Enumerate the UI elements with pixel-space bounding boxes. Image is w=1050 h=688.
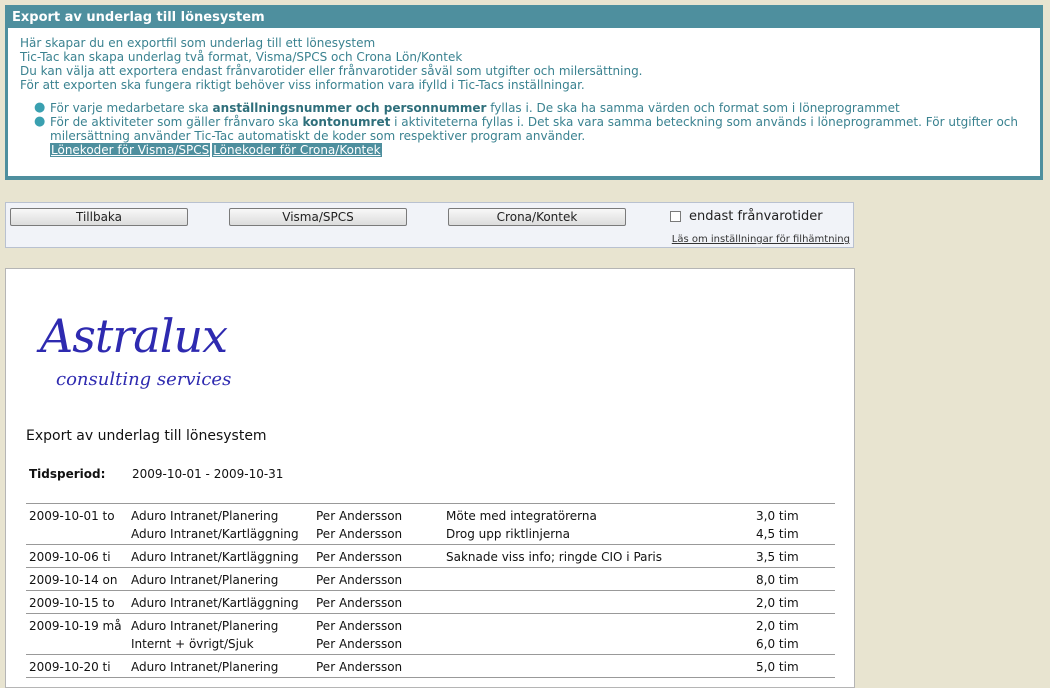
entry-note: Drog upp riktlinjerna	[446, 527, 570, 541]
entry-project: Aduro Intranet/Planering	[131, 509, 279, 523]
entry-hours: 4,5 tim	[756, 527, 799, 541]
entry-hours: 3,0 tim	[756, 509, 799, 523]
report-preview: Astralux consulting services Export av u…	[5, 268, 855, 688]
table-row: 2009-10-01 to Aduro Intranet/Planering Per…	[26, 507, 835, 525]
table-row-group: 2009-10-14 on Aduro Intranet/Planering Per…	[26, 568, 835, 591]
entry-person: Per Andersson	[316, 527, 403, 541]
table-row: 2009-10-14 on Aduro Intranet/Planering Per…	[26, 571, 835, 589]
entry-hours: 2,0 tim	[756, 596, 799, 610]
entry-person: Per Andersson	[316, 573, 403, 587]
entry-date: 2009-10-15 to	[29, 596, 115, 610]
table-row: Internt + övrigt/Sjuk Per Andersson 6,0 ti…	[26, 635, 835, 653]
table-row: 2009-10-19 må Aduro Intranet/Planering Per…	[26, 617, 835, 635]
table-row-group: 2009-10-19 må Aduro Intranet/Planering Per…	[26, 614, 835, 655]
entry-note	[446, 571, 756, 589]
info-panel: Export av underlag till lönesystem Här s…	[5, 5, 1043, 180]
entry-note	[446, 658, 756, 676]
entry-hours: 2,0 tim	[756, 619, 799, 633]
company-logo-tagline: consulting services	[56, 369, 232, 390]
entry-person: Per Andersson	[316, 619, 403, 633]
absence-only-checkbox[interactable]	[670, 211, 681, 222]
entry-project: Aduro Intranet/Planering	[131, 573, 279, 587]
entry-person: Per Andersson	[316, 509, 403, 523]
info-body: Här skapar du en exportfil som underlag …	[8, 28, 1040, 176]
export-toolbar: Tillbaka Visma/SPCS Crona/Kontek endast …	[5, 202, 854, 248]
table-row-group: 2009-10-15 to Aduro Intranet/Kartläggning…	[26, 591, 835, 614]
table-row: 2009-10-06 ti Aduro Intranet/Kartläggning…	[26, 548, 835, 566]
info-bullets: ● För varje medarbetare ska anställnings…	[20, 101, 1028, 157]
period-value: 2009-10-01 - 2009-10-31	[132, 467, 284, 481]
absence-only-option[interactable]: endast frånvarotider	[670, 209, 823, 224]
settings-help-link[interactable]: Läs om inställningar för filhämtning	[672, 234, 850, 245]
entry-project: Aduro Intranet/Planering	[131, 660, 279, 674]
entry-date	[26, 635, 131, 653]
entry-person: Per Andersson	[316, 660, 403, 674]
entry-person: Per Andersson	[316, 637, 403, 651]
report-title: Export av underlag till lönesystem	[26, 428, 267, 444]
entry-date: 2009-10-19 må	[29, 619, 122, 633]
back-button[interactable]: Tillbaka	[10, 208, 188, 226]
period-label: Tidsperiod:	[29, 467, 106, 481]
entry-date: 2009-10-01 to	[29, 509, 115, 523]
info-line: Du kan välja att exportera endast frånva…	[20, 64, 643, 78]
entry-project: Aduro Intranet/Planering	[131, 619, 279, 633]
table-row-group: 2009-10-06 ti Aduro Intranet/Kartläggning…	[26, 545, 835, 568]
bullet-icon: ●	[34, 100, 46, 115]
entry-note: Saknade viss info; ringde CIO i Paris	[446, 550, 663, 564]
crona-export-button[interactable]: Crona/Kontek	[448, 208, 626, 226]
info-bullet-employee: ● För varje medarbetare ska anställnings…	[34, 100, 900, 116]
entry-project: Internt + övrigt/Sjuk	[131, 637, 254, 651]
entry-date: 2009-10-14 on	[29, 573, 118, 587]
entry-note	[446, 635, 756, 653]
table-row: Aduro Intranet/Kartläggning Per Andersson…	[26, 525, 835, 543]
absence-only-label: endast frånvarotider	[689, 209, 823, 224]
table-row: 2009-10-20 ti Aduro Intranet/Planering Per…	[26, 658, 835, 676]
entry-hours: 3,5 tim	[756, 550, 799, 564]
entry-project: Aduro Intranet/Kartläggning	[131, 550, 299, 564]
entry-note	[446, 594, 756, 612]
entry-project: Aduro Intranet/Kartläggning	[131, 596, 299, 610]
entry-hours: 8,0 tim	[756, 573, 799, 587]
company-logo: Astralux	[40, 309, 228, 363]
entry-date	[26, 525, 131, 543]
info-line: För att exporten ska fungera riktigt beh…	[20, 78, 585, 92]
entry-date: 2009-10-06 ti	[29, 550, 111, 564]
info-title: Export av underlag till lönesystem	[12, 10, 265, 25]
entry-hours: 6,0 tim	[756, 637, 799, 651]
entry-hours: 5,0 tim	[756, 660, 799, 674]
entry-person: Per Andersson	[316, 596, 403, 610]
crona-codes-link[interactable]: Lönekoder för Crona/Kontek	[212, 143, 382, 157]
entry-project: Aduro Intranet/Kartläggning	[131, 527, 299, 541]
visma-codes-link[interactable]: Lönekoder för Visma/SPCS	[50, 143, 211, 157]
bullet-icon: ●	[34, 114, 46, 129]
time-entries-table: 2009-10-01 to Aduro Intranet/Planering Per…	[26, 503, 835, 678]
info-line: Här skapar du en exportfil som underlag …	[20, 36, 376, 50]
entry-note	[446, 617, 756, 635]
table-row-group: 2009-10-20 ti Aduro Intranet/Planering Per…	[26, 655, 835, 678]
info-bullet-activities: ● För de aktiviteter som gäller frånvaro…	[34, 114, 1018, 157]
info-line: Tic-Tac kan skapa underlag två format, V…	[20, 50, 463, 64]
table-row-group: 2009-10-01 to Aduro Intranet/Planering Per…	[26, 504, 835, 545]
entry-note: Möte med integratörerna	[446, 509, 597, 523]
entry-date: 2009-10-20 ti	[29, 660, 111, 674]
visma-export-button[interactable]: Visma/SPCS	[229, 208, 407, 226]
table-row: 2009-10-15 to Aduro Intranet/Kartläggning…	[26, 594, 835, 612]
entry-person: Per Andersson	[316, 550, 403, 564]
